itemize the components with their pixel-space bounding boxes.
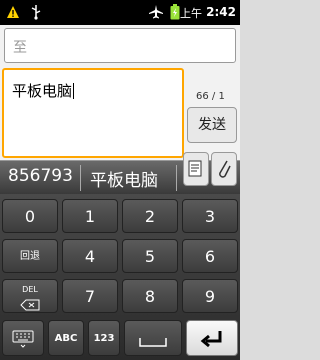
message-text: 平板电脑 xyxy=(12,82,73,100)
compose-area: 至 平板电脑 66 / 1 发送 xyxy=(0,25,240,160)
recipient-field[interactable]: 至 xyxy=(4,28,236,63)
key-8[interactable]: 8 xyxy=(122,279,178,313)
key-1[interactable]: 1 xyxy=(62,199,118,233)
back-key[interactable]: 回退 xyxy=(2,239,58,273)
document-icon xyxy=(188,160,202,177)
text-cursor xyxy=(73,83,75,99)
warning-icon xyxy=(6,4,20,23)
candidate-divider xyxy=(176,165,177,191)
send-button[interactable]: 发送 xyxy=(187,107,237,143)
num-key[interactable]: 123 xyxy=(88,320,120,356)
status-time: 2:42 xyxy=(206,5,236,19)
numeric-keyboard: 0 1 2 3 回退 4 5 6 DEL 7 8 9 ABC 123 xyxy=(0,194,240,360)
status-bar: 上午 2:42 xyxy=(0,0,240,25)
keyboard-icon xyxy=(12,330,34,348)
status-ampm: 上午 xyxy=(180,7,202,20)
backspace-icon xyxy=(20,299,40,311)
candidate-item[interactable]: 856793 xyxy=(8,166,73,186)
attach-vcard-button[interactable] xyxy=(183,152,209,186)
key-7[interactable]: 7 xyxy=(62,279,118,313)
key-5[interactable]: 5 xyxy=(122,239,178,273)
candidate-item[interactable]: 平板电脑 xyxy=(90,166,158,191)
abc-key[interactable]: ABC xyxy=(48,320,84,356)
key-3[interactable]: 3 xyxy=(182,199,238,233)
candidate-divider xyxy=(80,165,81,191)
key-6[interactable]: 6 xyxy=(182,239,238,273)
key-4[interactable]: 4 xyxy=(62,239,118,273)
paperclip-icon xyxy=(219,160,231,178)
attach-file-button[interactable] xyxy=(211,152,237,186)
usb-icon xyxy=(30,4,42,24)
enter-icon xyxy=(200,331,222,348)
message-input[interactable]: 平板电脑 xyxy=(2,68,184,158)
space-icon xyxy=(139,338,167,347)
keyboard-switch-key[interactable] xyxy=(2,320,44,356)
space-key[interactable] xyxy=(124,320,182,356)
battery-charging-icon xyxy=(170,4,180,24)
key-2[interactable]: 2 xyxy=(122,199,178,233)
delete-key[interactable]: DEL xyxy=(2,279,58,313)
airplane-mode-icon xyxy=(148,4,164,24)
key-0[interactable]: 0 xyxy=(2,199,58,233)
enter-key[interactable] xyxy=(186,320,238,356)
delete-label: DEL xyxy=(22,285,38,294)
recipient-placeholder: 至 xyxy=(13,40,27,56)
character-counter: 66 / 1 xyxy=(196,91,225,102)
key-9[interactable]: 9 xyxy=(182,279,238,313)
